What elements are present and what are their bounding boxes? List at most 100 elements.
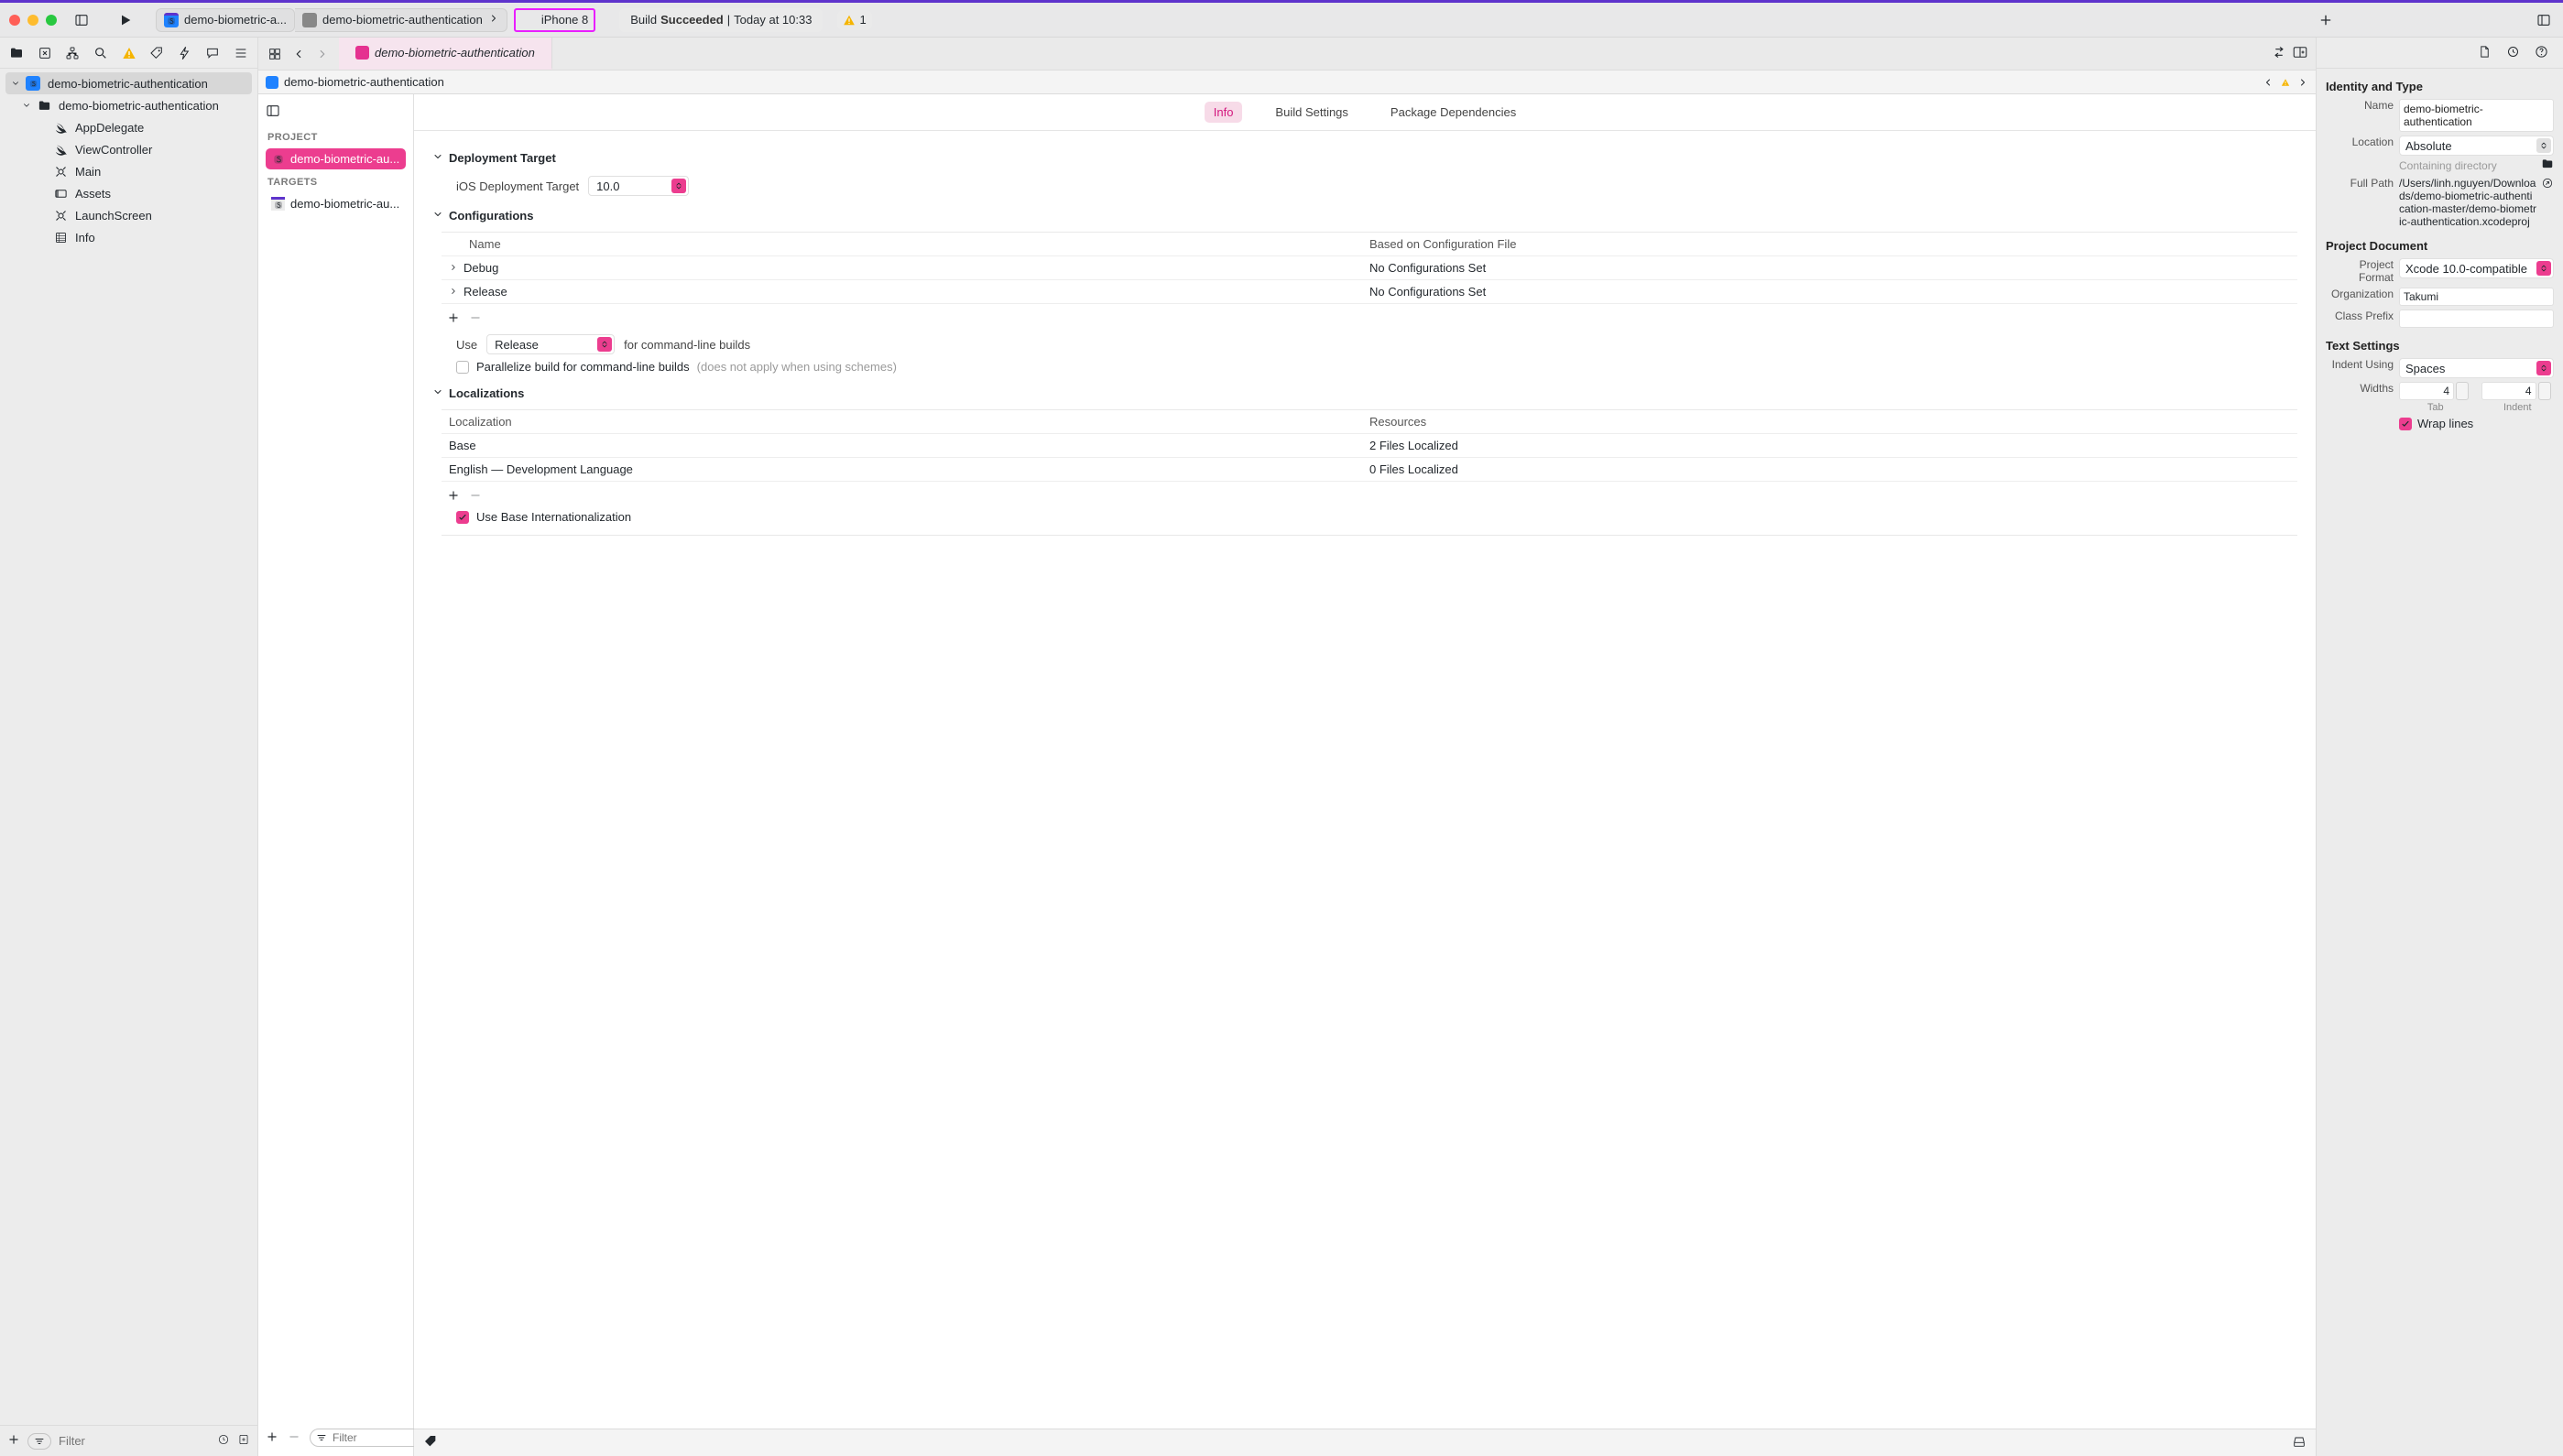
navigator-item[interactable]: AppDelegate [0, 116, 257, 138]
project-navigator-tree[interactable]: demo-biometric-authenticationdemo-biomet… [0, 69, 257, 1425]
disclosure-icon[interactable] [432, 386, 443, 400]
test-navigator-tab[interactable] [147, 44, 166, 62]
ios-deployment-target-select[interactable]: 10.0 [588, 176, 689, 196]
activity-status[interactable]: Build Succeeded | Today at 10:33 [619, 8, 823, 32]
toggle-targets-list-button[interactable] [266, 103, 406, 121]
project-item[interactable]: demo-biometric-au... [266, 148, 406, 169]
report-navigator-tab[interactable] [232, 44, 250, 62]
toggle-inspector-button[interactable] [2534, 10, 2554, 30]
breakpoint-navigator-tab[interactable] [203, 44, 222, 62]
tab-build-settings[interactable]: Build Settings [1266, 102, 1358, 123]
close-window-button[interactable] [9, 15, 20, 26]
symbol-navigator-tab[interactable] [63, 44, 82, 62]
chevron-right-icon[interactable] [449, 261, 458, 275]
target-item[interactable]: demo-biometric-au... [266, 193, 406, 214]
item-label: Main [75, 165, 101, 179]
chevron-right-icon[interactable] [449, 285, 458, 299]
parallelize-build-checkbox[interactable] [456, 361, 469, 374]
nav-back-button[interactable] [288, 43, 310, 65]
history-inspector-tab[interactable] [2506, 45, 2520, 61]
navigator-filter-bar [0, 1425, 257, 1456]
navigator-item[interactable]: LaunchScreen [0, 204, 257, 226]
run-button[interactable] [115, 10, 136, 30]
full-path-value: /Users/linh.nguyen/Downloads/demo-biomet… [2399, 177, 2537, 228]
navigator-panel: demo-biometric-authenticationdemo-biomet… [0, 38, 258, 1456]
add-editor-button[interactable] [2292, 44, 2308, 63]
source-control-navigator-tab[interactable] [36, 44, 54, 62]
add-target-button[interactable] [266, 1430, 278, 1446]
editor-tab-active[interactable]: demo-biometric-authentication [339, 38, 552, 70]
use-base-internationalization-checkbox[interactable] [456, 511, 469, 524]
scm-filter-button[interactable] [237, 1433, 250, 1449]
prev-issue-button[interactable] [2263, 77, 2274, 88]
warning-count: 1 [859, 13, 866, 27]
scheme-selector[interactable]: demo-biometric-a... [156, 8, 295, 32]
new-tab-button[interactable] [2314, 8, 2338, 32]
issues-indicator[interactable]: 1 [837, 10, 871, 30]
remove-localization-button[interactable] [469, 489, 482, 505]
jump-bar-crumb[interactable]: demo-biometric-authentication [284, 75, 444, 89]
adjust-editor-options-button[interactable] [2272, 45, 2286, 62]
add-configuration-button[interactable] [447, 311, 460, 327]
table-row[interactable]: Base2 Files Localized [442, 434, 2297, 458]
device-icon [521, 13, 536, 27]
toggle-debug-area-button[interactable] [2292, 1434, 2307, 1451]
recent-filter-button[interactable] [217, 1433, 230, 1449]
class-prefix-field[interactable] [2399, 310, 2554, 328]
warning-icon [843, 14, 856, 27]
organization-field[interactable] [2399, 288, 2554, 306]
next-issue-button[interactable] [2297, 77, 2308, 88]
disclosure-icon[interactable] [432, 151, 443, 165]
toggle-navigator-button[interactable] [71, 10, 92, 30]
add-file-button[interactable] [7, 1433, 20, 1449]
project-name-field[interactable]: demo-biometric-authentication [2399, 99, 2554, 132]
run-destination-selector[interactable]: iPhone 8 [514, 8, 595, 32]
navigator-item[interactable]: Assets [0, 182, 257, 204]
navigator-item[interactable]: Main [0, 160, 257, 182]
add-localization-button[interactable] [447, 489, 460, 505]
quick-help-inspector-tab[interactable] [2535, 45, 2548, 61]
table-row[interactable]: English — Development Language0 Files Lo… [442, 458, 2297, 482]
navigator-selector-bar [0, 38, 257, 69]
tab-info[interactable]: Info [1205, 102, 1243, 123]
minimize-window-button[interactable] [27, 15, 38, 26]
project-navigator-tab[interactable] [7, 44, 26, 62]
disclosure-icon[interactable] [22, 99, 33, 113]
remove-configuration-button[interactable] [469, 311, 482, 327]
nav-forward-button[interactable] [311, 43, 333, 65]
project-editor: PROJECT demo-biometric-au... TARGETS dem… [258, 94, 2316, 1456]
indent-width-stepper[interactable] [2481, 382, 2555, 400]
disclosure-icon[interactable] [432, 209, 443, 223]
issue-navigator-tab[interactable] [120, 44, 138, 62]
navigator-item[interactable]: demo-biometric-authentication [0, 94, 257, 116]
reveal-in-finder-button[interactable] [2541, 177, 2554, 192]
file-inspector-tab[interactable] [2478, 45, 2492, 61]
navigator-item[interactable]: demo-biometric-authentication [5, 72, 252, 94]
navigator-item[interactable]: ViewController [0, 138, 257, 160]
debug-navigator-tab[interactable] [176, 44, 194, 62]
tab-width-stepper[interactable] [2399, 382, 2472, 400]
location-select[interactable]: Absolute [2399, 136, 2554, 156]
related-items-button[interactable] [264, 43, 286, 65]
assets-icon [53, 186, 68, 201]
project-format-select[interactable]: Xcode 10.0-compatible [2399, 258, 2554, 278]
deployment-target-section: Deployment Target iOS Deployment Target … [432, 147, 2297, 196]
choose-folder-button[interactable] [2541, 158, 2554, 173]
scheme-full-label: demo-biometric-authentication [322, 13, 483, 27]
filter-scope-button[interactable] [27, 1433, 51, 1450]
configurations-table: Name Based on Configuration File DebugNo… [442, 232, 2297, 304]
disclosure-icon[interactable] [11, 77, 22, 91]
navigator-item[interactable]: Info [0, 226, 257, 248]
wrap-lines-checkbox[interactable] [2399, 418, 2412, 430]
find-navigator-tab[interactable] [92, 44, 110, 62]
navigator-filter-input[interactable] [59, 1434, 210, 1448]
table-row[interactable]: ReleaseNo Configurations Set [442, 280, 2297, 304]
tab-package-dependencies[interactable]: Package Dependencies [1381, 102, 1525, 123]
remove-target-button[interactable] [288, 1430, 300, 1446]
project-icon [302, 13, 317, 27]
table-row[interactable]: DebugNo Configurations Set [442, 256, 2297, 280]
command-line-config-select[interactable]: Release [486, 334, 615, 354]
tag-icon[interactable] [423, 1434, 438, 1451]
indent-using-select[interactable]: Spaces [2399, 358, 2554, 378]
zoom-window-button[interactable] [46, 15, 57, 26]
